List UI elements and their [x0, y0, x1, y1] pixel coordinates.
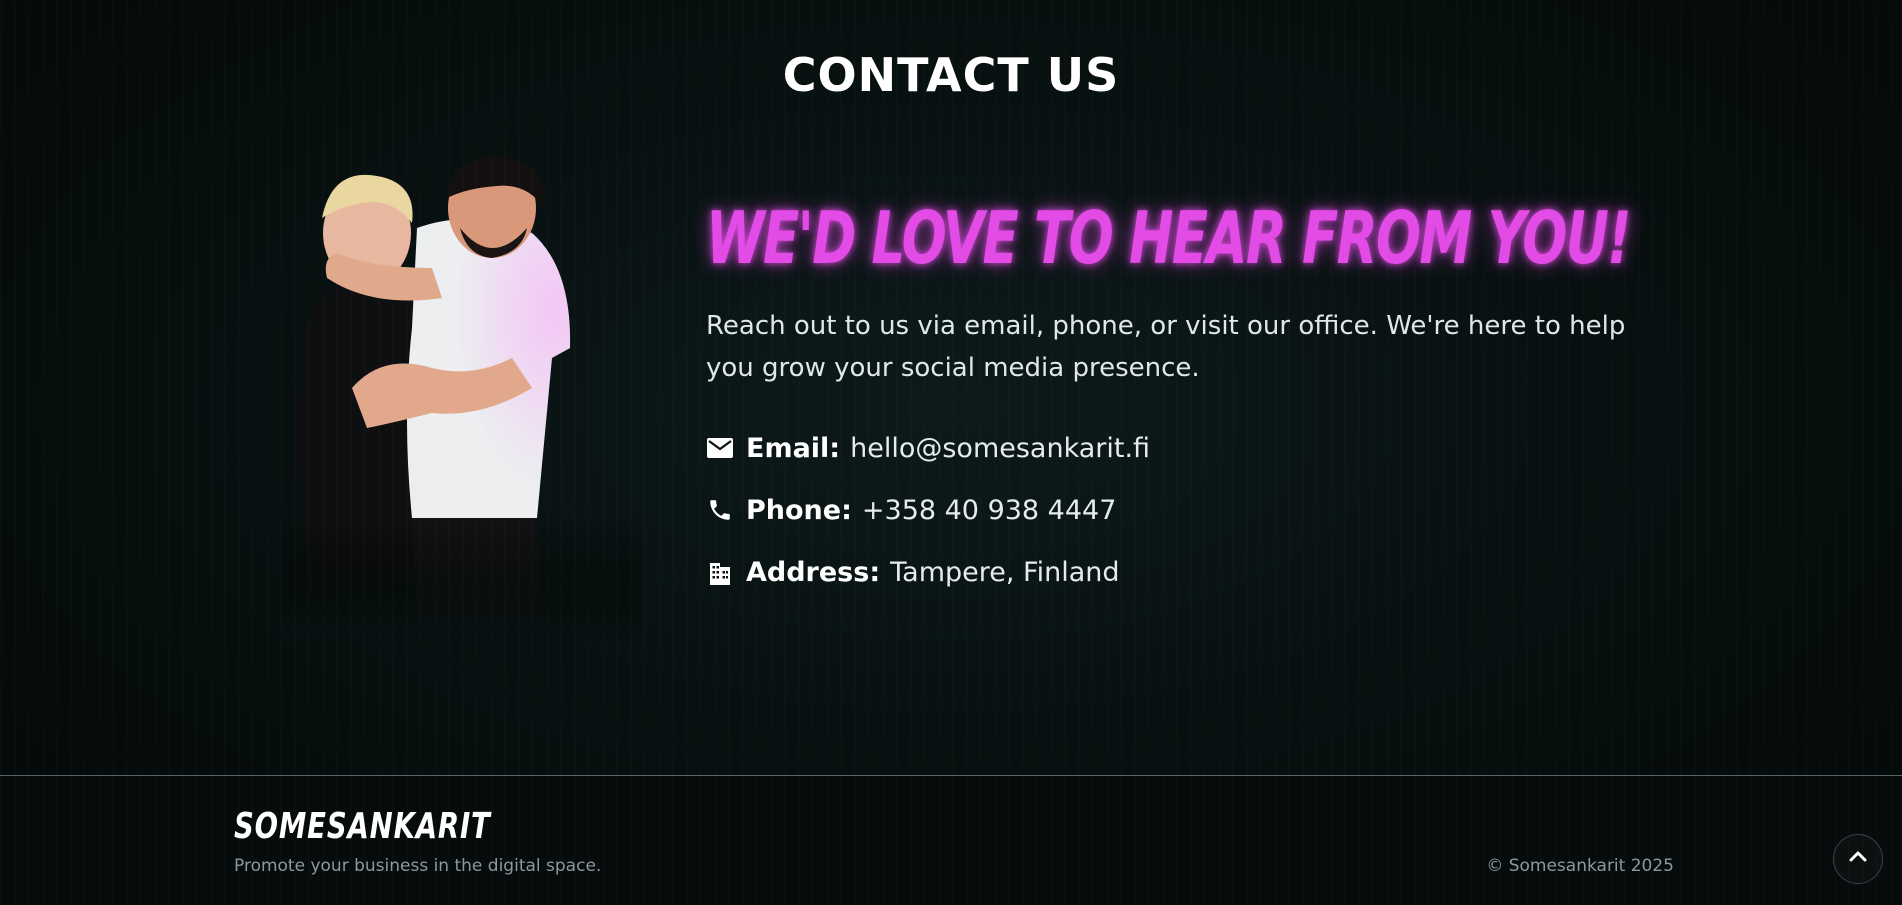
contact-page: CONTACT US WE'D LOVE TO HEAR FROM YOU! R…: [0, 0, 1902, 905]
email-link[interactable]: hello@somesankarit.fi: [850, 433, 1150, 464]
email-label: Email:: [746, 432, 841, 464]
contact-phone-row: Phone: +358 40 938 4447: [706, 479, 1666, 541]
footer-brand[interactable]: SOMESANKARIT: [234, 806, 491, 847]
phone-label: Phone:: [746, 494, 852, 526]
footer-copyright: © Somesankarit 2025: [1486, 856, 1674, 876]
mail-icon: [706, 434, 734, 462]
footer-tagline: Promote your business in the digital spa…: [234, 856, 602, 876]
contact-list: Email: hello@somesankarit.fi Phone: +358…: [706, 417, 1666, 603]
contact-content: WE'D LOVE TO HEAR FROM YOU! Reach out to…: [706, 195, 1666, 603]
address-value: Tampere, Finland: [890, 556, 1120, 588]
footer: SOMESANKARIT Promote your business in th…: [0, 775, 1902, 905]
scroll-to-top-button[interactable]: [1833, 834, 1883, 884]
contact-intro: Reach out to us via email, phone, or vis…: [706, 311, 1626, 383]
address-label: Address:: [746, 556, 881, 588]
phone-link[interactable]: +358 40 938 4447: [862, 495, 1117, 526]
chevron-up-icon: [1846, 845, 1870, 873]
section-title: CONTACT US: [782, 48, 1120, 102]
phone-icon: [706, 496, 734, 524]
contact-email-row: Email: hello@somesankarit.fi: [706, 417, 1666, 479]
building-icon: [706, 558, 734, 586]
contact-headline: WE'D LOVE TO HEAR FROM YOU!: [706, 196, 1631, 280]
contact-address-row: Address: Tampere, Finland: [706, 541, 1666, 603]
team-photo: [282, 157, 642, 638]
